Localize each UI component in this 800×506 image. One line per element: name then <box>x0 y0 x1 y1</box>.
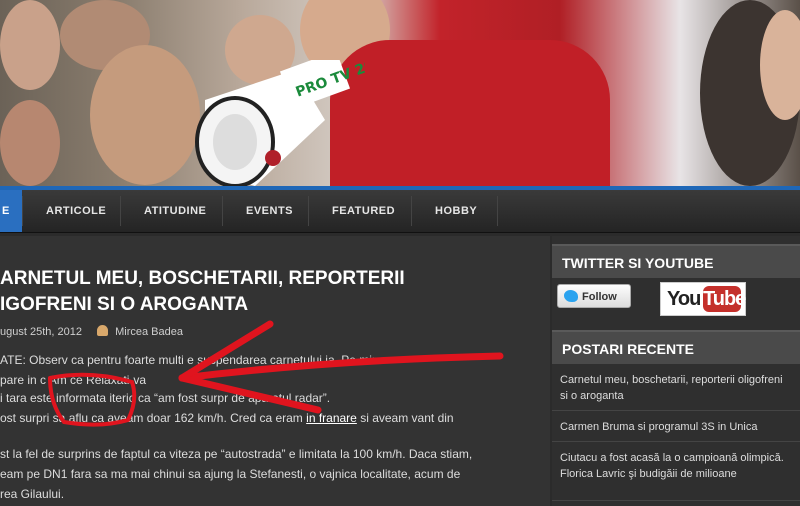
post-title-line: ARNETUL MEU, BOSCHETARII, REPORTERII <box>0 268 405 289</box>
nav-item-articole[interactable]: ARTICOLE <box>46 190 106 232</box>
nav-home-tab[interactable]: E <box>0 190 22 232</box>
in-franare-link[interactable]: in franare <box>306 411 357 425</box>
post-paragraph-line: eam pe DN1 fara sa ma mai chinui sa ajun… <box>0 467 461 481</box>
post-line-text: ost surpri sa aflu ca aveam doar 162 km/… <box>0 411 303 425</box>
nav-item-featured[interactable]: FEATURED <box>332 190 395 232</box>
nav-item-atitudine[interactable]: ATITUDINE <box>144 190 206 232</box>
main-nav: E ARTICOLE ATITUDINE EVENTS FEATURED HOB… <box>0 190 800 233</box>
crowd-face <box>0 0 60 90</box>
recent-posts-heading: POSTARI RECENTE <box>552 330 800 364</box>
post-paragraph-line: i tara este informata iteric ca “am fost… <box>0 391 331 405</box>
post-line-text: si aveam vant din <box>360 411 454 425</box>
post-paragraph-line: pare in c Am ce Relaxati-va <box>0 373 147 387</box>
recent-post-link[interactable]: Carnetul meu, boschetarii, reporterii ol… <box>552 372 800 404</box>
nav-item-events[interactable]: EVENTS <box>246 190 293 232</box>
post-paragraph-line: st la fel de surprins de faptul ca vitez… <box>0 447 473 461</box>
nav-item-hobby[interactable]: HOBBY <box>435 190 477 232</box>
nav-divider <box>222 196 223 226</box>
youtube-logo-button[interactable]: You Tube <box>660 282 746 316</box>
youtube-you-text: You <box>667 288 701 310</box>
twitter-bird-icon <box>564 290 578 302</box>
post-title-line: IGOFRENI SI O AROGANTA <box>0 294 249 315</box>
twitter-follow-button[interactable]: Follow <box>557 284 631 308</box>
megaphone-icon: PRO TV 20 <box>195 60 365 186</box>
recent-divider <box>552 410 800 411</box>
recent-divider <box>552 441 800 442</box>
crowd-face <box>90 45 200 185</box>
nav-divider <box>22 196 23 226</box>
post-title[interactable]: ARNETUL MEU, BOSCHETARII, REPORTERII IGO… <box>0 266 548 318</box>
post-meta: ugust 25th, 2012 Mircea Badea <box>0 325 183 338</box>
twitter-youtube-heading: TWITTER SI YOUTUBE <box>552 244 800 278</box>
recent-post-link[interactable]: Carmen Bruma si programul 3S in Unica <box>552 419 800 435</box>
nav-divider <box>411 196 412 226</box>
post-paragraph-line: rea Gilaului. <box>0 487 65 501</box>
nav-divider <box>308 196 309 226</box>
author-icon <box>97 325 109 336</box>
post-date: ugust 25th, 2012 <box>0 326 82 338</box>
red-jacket <box>330 40 610 186</box>
nav-divider <box>497 196 498 226</box>
youtube-tube-text: Tube <box>703 286 746 312</box>
nav-divider <box>120 196 121 226</box>
header-banner-photo: PRO TV 20 <box>0 0 800 186</box>
crowd-face <box>0 100 60 186</box>
post-paragraph-line: ost surpri sa aflu ca aveam doar 162 km/… <box>0 410 540 426</box>
post-author[interactable]: Mircea Badea <box>115 326 183 338</box>
post-paragraph-line: ATE: Observ ca pentru foarte multi e sus… <box>0 353 386 367</box>
follow-label: Follow <box>582 291 617 303</box>
recent-divider <box>552 500 800 501</box>
recent-post-link[interactable]: Ciutacu a fost acasă la o campioană olim… <box>552 450 800 482</box>
